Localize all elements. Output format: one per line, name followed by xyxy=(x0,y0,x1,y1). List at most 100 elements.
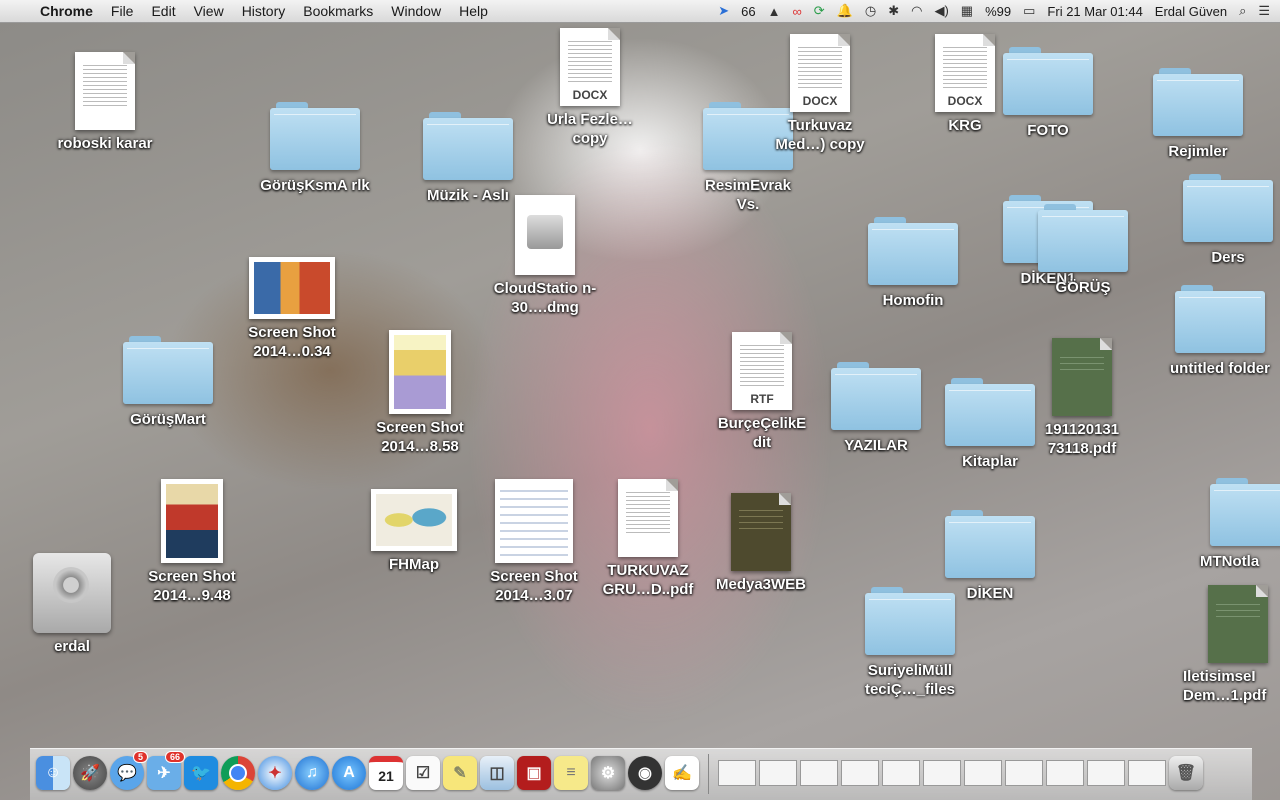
folder-rejimler[interactable]: Rejimler xyxy=(1143,66,1253,161)
file-cloudstation[interactable]: CloudStatio n-30….dmg xyxy=(490,195,600,317)
menu-bookmarks[interactable]: Bookmarks xyxy=(303,3,373,19)
folder-label: MTNotla xyxy=(1200,553,1260,570)
file-burce[interactable]: RTF BurçeÇelikE dit xyxy=(707,332,817,452)
folder-icon xyxy=(831,360,921,432)
user-name[interactable]: Erdal Güven xyxy=(1155,4,1227,19)
menu-file[interactable]: File xyxy=(111,3,134,19)
file-pdf-1911[interactable]: 191120131 73118.pdf xyxy=(1027,338,1137,458)
facetime-icon[interactable]: ◉ xyxy=(628,756,662,790)
file-turkuvaz-gru[interactable]: TURKUVAZ GRU…D..pdf xyxy=(593,479,703,599)
folder-muzik[interactable]: Müzik - Aslı xyxy=(413,110,523,205)
chrome-icon[interactable] xyxy=(221,756,255,790)
mail-icon[interactable]: ✈ 66 xyxy=(147,751,185,790)
bluetooth-icon[interactable]: ✱ xyxy=(888,3,899,19)
file-screenshot-2[interactable]: Screen Shot 2014…8.58 xyxy=(365,330,475,456)
system-preferences-icon[interactable]: ⚙ xyxy=(591,756,625,790)
folder-label: untitled folder xyxy=(1170,360,1270,377)
folder-icon xyxy=(865,585,955,657)
textedit-icon[interactable]: ✍ xyxy=(665,756,699,790)
bell-icon[interactable]: 🔔 xyxy=(837,3,853,19)
calendar-icon[interactable]: 21 xyxy=(369,756,403,790)
menu-bar: Chrome File Edit View History Bookmarks … xyxy=(0,0,1280,23)
file-screenshot-3[interactable]: Screen Shot 2014…9.48 xyxy=(137,479,247,605)
file-medya3web[interactable]: Medya3WEB xyxy=(706,493,816,594)
minimized-window[interactable] xyxy=(1005,760,1043,786)
app-menu[interactable]: Chrome xyxy=(40,3,93,19)
file-roboski-karar[interactable]: roboski karar xyxy=(50,52,160,153)
menu-edit[interactable]: Edit xyxy=(151,3,175,19)
wifi-icon[interactable]: ◠ xyxy=(911,3,922,19)
itunes-icon[interactable]: ♫ xyxy=(295,756,329,790)
battery-icon[interactable]: ▭ xyxy=(1023,3,1035,19)
launchpad-icon[interactable]: 🚀 xyxy=(73,756,107,790)
clock[interactable]: Fri 21 Mar 01:44 xyxy=(1047,4,1142,19)
file-turkuvaz-med[interactable]: DOCX Turkuvaz Med…) copy xyxy=(765,34,875,154)
minimized-window[interactable] xyxy=(759,760,797,786)
folder-gorusmart[interactable]: GörüşMart xyxy=(113,334,223,429)
finder-icon[interactable]: ☺ xyxy=(36,756,70,790)
stickies-icon[interactable]: ✎ xyxy=(443,756,477,790)
folder-label: GÖRÜŞ xyxy=(1055,279,1111,296)
menu-history[interactable]: History xyxy=(242,3,286,19)
file-screenshot-4[interactable]: Screen Shot 2014…3.07 xyxy=(479,479,589,605)
file-label: Urla Fezle…copy xyxy=(547,111,633,147)
twitter-icon[interactable]: 🐦 xyxy=(184,756,218,790)
sync-icon[interactable]: ⟳ xyxy=(814,3,825,19)
file-label: roboski karar xyxy=(57,135,153,152)
file-urla[interactable]: DOCX Urla Fezle…copy xyxy=(535,28,645,148)
folder-ders[interactable]: Ders xyxy=(1173,172,1280,267)
menu-window[interactable]: Window xyxy=(391,3,441,19)
pdf-document-icon xyxy=(1208,585,1268,663)
file-label: 191120131 73118.pdf xyxy=(1044,421,1120,457)
minimized-window[interactable] xyxy=(882,760,920,786)
battery-percent[interactable]: %99 xyxy=(985,4,1011,19)
folder-label: Rejimler xyxy=(1168,143,1228,160)
menu-view[interactable]: View xyxy=(194,3,224,19)
notes-icon[interactable]: ≡ xyxy=(554,756,588,790)
folder-gorus[interactable]: GÖRÜŞ xyxy=(1028,202,1138,297)
safari-icon[interactable]: ✦ xyxy=(258,756,292,790)
app-store-icon[interactable]: A xyxy=(332,756,366,790)
minimized-window[interactable] xyxy=(1087,760,1125,786)
keyboard-icon[interactable]: ▦ xyxy=(961,3,973,19)
reminders-icon[interactable]: ☑ xyxy=(406,756,440,790)
file-label: BurçeÇelikE dit xyxy=(717,415,807,451)
notification-count[interactable]: 66 xyxy=(741,4,755,19)
minimized-window[interactable] xyxy=(841,760,879,786)
folder-untitled[interactable]: untitled folder xyxy=(1165,283,1275,378)
folder-goruskm[interactable]: GörüşKsmA rlk xyxy=(260,100,370,195)
folder-mtnotla[interactable]: MTNotla xyxy=(1200,476,1280,571)
location-arrow-icon[interactable]: ➤ xyxy=(718,3,729,19)
minimized-window[interactable] xyxy=(1046,760,1084,786)
screenshot-thumbnail xyxy=(249,257,335,319)
minimized-window[interactable] xyxy=(718,760,756,786)
folder-homofin[interactable]: Homofin xyxy=(858,215,968,310)
file-fhmap[interactable]: FHMap xyxy=(359,489,469,574)
menu-help[interactable]: Help xyxy=(459,3,488,19)
folder-icon xyxy=(945,508,1035,580)
folder-suriyeli[interactable]: SuriyeliMüll teciÇ…_files xyxy=(855,585,965,699)
photo-booth-icon[interactable]: ▣ xyxy=(517,756,551,790)
folder-foto[interactable]: FOTO xyxy=(993,45,1103,140)
drive-icon[interactable]: ▲ xyxy=(768,4,781,19)
spotlight-search-icon[interactable]: ⌕ xyxy=(1239,3,1246,19)
time-machine-icon[interactable]: ◷ xyxy=(865,3,876,19)
folder-icon xyxy=(1153,66,1243,138)
minimized-window[interactable] xyxy=(1128,760,1166,786)
infinity-icon[interactable]: ∞ xyxy=(793,4,802,19)
preview-icon[interactable]: ◫ xyxy=(480,756,514,790)
file-iletisim[interactable]: IletisimseI Dem…1.pdf xyxy=(1183,585,1280,705)
messages-badge: 5 xyxy=(132,751,148,763)
pdf-document-icon xyxy=(731,493,791,571)
minimized-window[interactable] xyxy=(923,760,961,786)
minimized-window[interactable] xyxy=(964,760,1002,786)
file-screenshot-1[interactable]: Screen Shot 2014…0.34 xyxy=(237,257,347,361)
minimized-window[interactable] xyxy=(800,760,838,786)
drive-erdal[interactable]: erdal xyxy=(17,553,127,656)
file-type-label: DOCX xyxy=(802,94,838,108)
volume-icon[interactable]: ◀) xyxy=(934,3,948,19)
trash-icon[interactable]: 🗑 xyxy=(1169,756,1203,790)
notification-center-icon[interactable]: ☰ xyxy=(1258,3,1270,19)
folder-yazilar[interactable]: YAZILAR xyxy=(821,360,931,455)
messages-icon[interactable]: 💬 5 xyxy=(110,751,148,790)
